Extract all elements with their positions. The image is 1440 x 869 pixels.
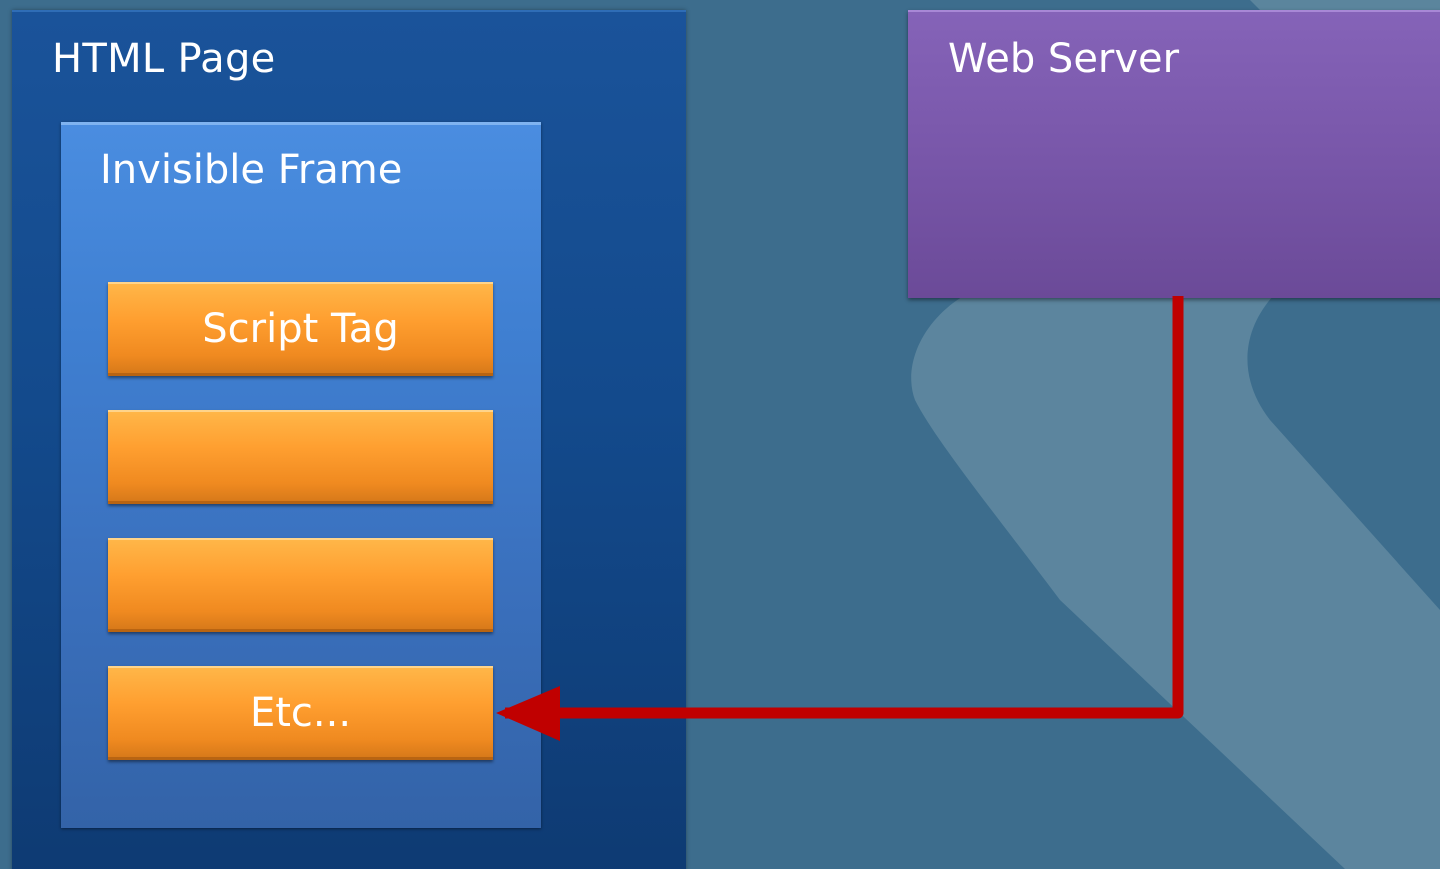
invisible-frame-title: Invisible Frame bbox=[100, 147, 403, 193]
script-tag-box: Etc... bbox=[108, 666, 493, 760]
script-tag-box: Script Tag bbox=[108, 282, 493, 376]
script-tag-box bbox=[108, 538, 493, 632]
script-tag-box bbox=[108, 410, 493, 504]
web-server-title: Web Server bbox=[948, 36, 1180, 82]
html-page-title: HTML Page bbox=[52, 36, 276, 82]
web-server-box: Web Server bbox=[908, 10, 1440, 298]
diagram-slide: HTML Page Invisible Frame Script Tag Etc… bbox=[0, 0, 1440, 869]
